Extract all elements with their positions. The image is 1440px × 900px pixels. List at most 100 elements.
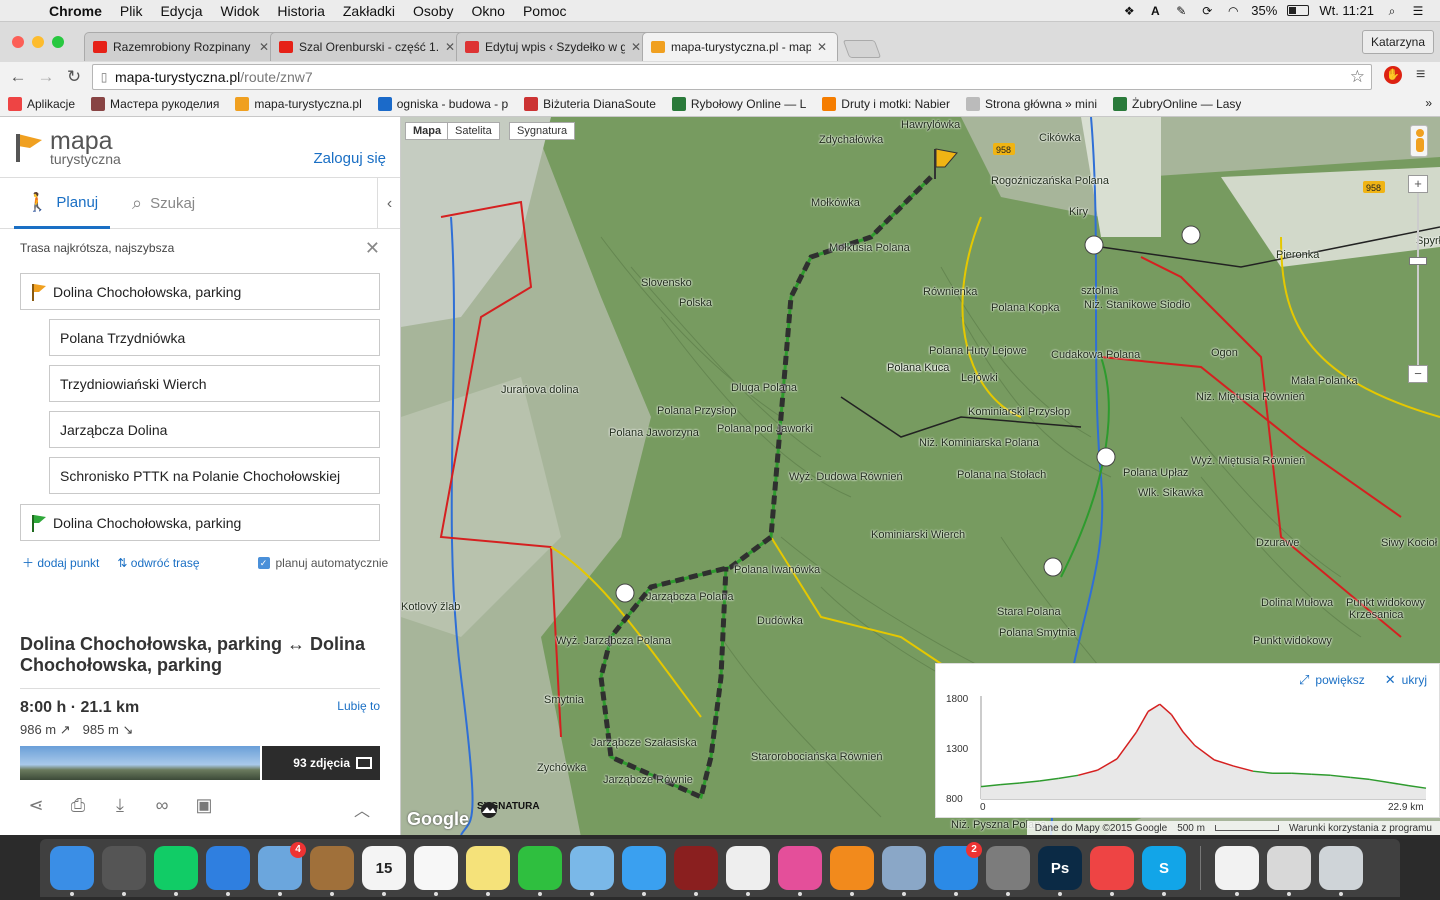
bookmark-item[interactable]: ŻubryOnline — Lasy [1113, 97, 1241, 111]
like-link[interactable]: Lubię to [337, 699, 380, 713]
maps-icon[interactable] [570, 846, 614, 896]
add-point-button[interactable]: ＋ dodaj punkt [22, 554, 99, 571]
waypoint-start[interactable]: Dolina Chochołowska, parking [20, 273, 380, 310]
waypoint-2[interactable]: Polana Trzydniówka [49, 319, 380, 356]
mail-icon[interactable]: 4 [258, 842, 306, 896]
bookmark-item[interactable]: Biżuteria DianaSoute [524, 97, 656, 111]
finder-icon[interactable] [50, 846, 94, 896]
bookmark-item[interactable]: Druty i motki: Nabier [822, 97, 950, 111]
download-icon[interactable]: ⤓ [110, 795, 130, 816]
browser-tab[interactable]: Razemrobiony Rozpinany - c ✕ [84, 32, 280, 61]
browser-tab[interactable]: mapa-turystyczna.pl - mapa ✕ [642, 32, 838, 61]
menu-item-window[interactable]: Okno [462, 3, 513, 19]
zoom-window-button[interactable] [52, 36, 64, 48]
photobooth-icon[interactable] [674, 846, 718, 896]
bookmark-item[interactable]: Rybołowy Online — L [671, 97, 806, 111]
adblock-icon[interactable]: ✋ [1384, 66, 1402, 84]
menu-item-bookmarks[interactable]: Zakładki [334, 3, 404, 19]
new-tab-button[interactable] [842, 40, 882, 58]
waypoint-4[interactable]: Jarząbcza Dolina [49, 411, 380, 448]
skype-icon[interactable]: S [1142, 846, 1186, 896]
itunes-icon[interactable] [778, 846, 822, 896]
photos-icon[interactable] [726, 846, 770, 896]
minimize-window-button[interactable] [32, 36, 44, 48]
profile-button[interactable]: Katarzyna [1361, 30, 1434, 54]
zoom-out-button[interactable]: − [1408, 365, 1428, 383]
bookmark-item[interactable]: Мастера рукоделия [91, 97, 219, 111]
zoom-slider-handle[interactable] [1409, 257, 1427, 265]
bookmark-star-icon[interactable]: ☆ [1350, 67, 1365, 87]
chrome-menu-icon[interactable]: ≡ [1416, 66, 1430, 84]
share-icon[interactable]: ⋖ [26, 795, 46, 816]
document-icon[interactable] [1215, 846, 1259, 896]
ibooks-icon[interactable] [830, 846, 874, 896]
site-logo[interactable]: mapa turystyczna [14, 129, 121, 166]
appstore-icon[interactable]: 2 [934, 842, 982, 896]
browser-tab[interactable]: Szal Orenburski - część 1. - ✕ [270, 32, 466, 61]
reverse-route-button[interactable]: ⇅ odwróć trasę [117, 556, 199, 570]
photo-strip[interactable]: 93 zdjęcia [20, 746, 380, 780]
calendar-icon[interactable]: 15 [362, 846, 406, 896]
browser-tab[interactable]: Edytuj wpis ‹ Szydełko w gó ✕ [456, 32, 652, 61]
reminders-icon[interactable] [414, 846, 458, 896]
menu-item-edit[interactable]: Edycja [151, 3, 211, 19]
bookmark-item[interactable]: mapa-turystyczna.pl [235, 97, 362, 111]
notes-icon[interactable] [466, 846, 510, 896]
more-bookmarks-icon[interactable]: » [1425, 96, 1432, 110]
preview-icon[interactable] [882, 846, 926, 896]
forward-icon[interactable]: → [32, 67, 60, 87]
menu-item-history[interactable]: Historia [268, 3, 333, 19]
clock[interactable]: Wt. 11:21 [1319, 3, 1374, 18]
menu-item-view[interactable]: Widok [212, 3, 269, 19]
save-icon[interactable]: ▣ [194, 795, 214, 816]
zoom-track[interactable] [1417, 193, 1419, 365]
system-preferences-icon[interactable] [986, 846, 1030, 896]
tab-close-icon[interactable]: ✕ [445, 40, 455, 54]
auto-plan-checkbox[interactable]: ✓ planuj automatycznie [257, 556, 388, 570]
menu-item-people[interactable]: Osoby [404, 3, 462, 19]
facetime-icon[interactable] [518, 846, 562, 896]
battery-icon[interactable] [1287, 5, 1310, 16]
waypoint-5[interactable]: Schronisko PTTK na Polanie Chochołowskie… [49, 457, 380, 494]
messages-icon[interactable] [622, 846, 666, 896]
back-icon[interactable]: ← [4, 67, 32, 87]
route-photo[interactable] [20, 746, 260, 780]
map-canvas[interactable]: 958 958 Mapa Satelita Sygnatura Hawrylów… [401, 117, 1440, 835]
menu-item-help[interactable]: Pomoc [514, 3, 576, 19]
sync-icon[interactable]: ⟳ [1199, 4, 1215, 18]
close-window-button[interactable] [12, 36, 24, 48]
wifi-icon[interactable]: ◠ [1225, 4, 1241, 18]
safari-icon[interactable] [206, 846, 250, 896]
zoom-in-button[interactable]: + [1408, 175, 1428, 193]
list-icon[interactable]: ☰ [1410, 4, 1426, 18]
close-icon[interactable]: ✕ [365, 238, 380, 259]
reload-icon[interactable]: ↻ [60, 67, 88, 87]
route-type[interactable]: Trasa najkrótsza, najszybsza [20, 241, 174, 255]
link-icon[interactable]: ∞ [152, 795, 172, 816]
bookmark-item[interactable]: Strona główna » mini [965, 97, 1097, 111]
terms-link[interactable]: Warunki korzystania z programu [1289, 823, 1432, 834]
search-icon[interactable]: ⌕ [1384, 4, 1400, 18]
evernote-icon[interactable]: ✎ [1173, 4, 1189, 18]
address-bar[interactable]: ▯ mapa-turystyczna.pl/route/znw7 ☆ [92, 64, 1372, 90]
login-link[interactable]: Zaloguj się [313, 150, 386, 167]
tab-close-icon[interactable]: ✕ [817, 40, 827, 54]
waypoint-3[interactable]: Trzydniowiański Wierch [49, 365, 380, 402]
scanner-icon[interactable] [1267, 846, 1311, 896]
trash-icon[interactable] [1319, 846, 1363, 896]
street-view-pegman-icon[interactable] [1410, 125, 1428, 157]
chrome-icon[interactable] [1090, 846, 1134, 896]
map-type-map[interactable]: Mapa [405, 122, 450, 140]
page-icon[interactable]: ▯ [93, 70, 115, 84]
tab-close-icon[interactable]: ✕ [631, 40, 641, 54]
map-type-satellite[interactable]: Satelita [447, 122, 500, 140]
collapse-panel-icon[interactable]: ‹ [377, 178, 400, 229]
adobe-icon[interactable]: A [1147, 4, 1163, 18]
contacts-icon[interactable] [310, 846, 354, 896]
dropbox-icon[interactable]: ❖ [1121, 4, 1137, 18]
bookmark-item[interactable]: ogniska - budowa - p [377, 97, 508, 111]
apps-bookmark[interactable]: Aplikacje [8, 97, 75, 111]
photoshop-icon[interactable]: Ps [1038, 846, 1082, 896]
waypoint-end[interactable]: Dolina Chochołowska, parking [20, 504, 380, 541]
mission-control-icon[interactable] [154, 846, 198, 896]
